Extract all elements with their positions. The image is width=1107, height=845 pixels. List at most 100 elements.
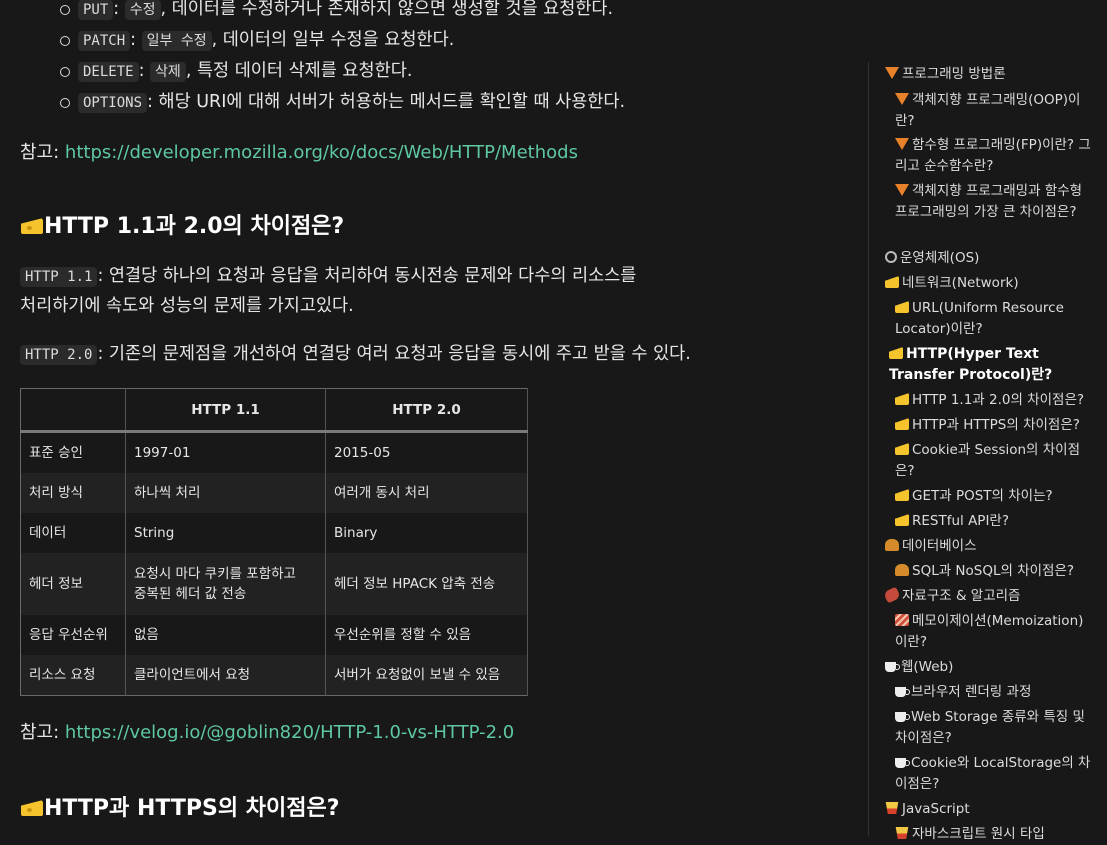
coffee-icon [885,662,900,672]
toc-item[interactable]: 자바스크립트 원시 타입 [895,824,1095,845]
toc-item-label: 네트워크(Network) [902,275,1019,291]
coffee-icon [895,687,910,697]
method-korean: 수정 [124,0,161,20]
toc-item[interactable]: Cookie와 LocalStorage의 차이점은? [895,753,1095,795]
coffee-icon [895,712,910,722]
method-korean: 삭제 [150,62,186,82]
section-heading: HTTP과 HTTPS의 차이점은? [20,790,339,822]
inline-code: HTTP 1.1 [20,267,98,287]
section-title: HTTP 1.1과 2.0의 차이점은? [44,214,345,239]
toc-item[interactable]: 객체지향 프로그래밍(OOP)이란? [895,90,1095,132]
table-cell: 클라이언트에서 요청 [125,655,326,696]
toc-item[interactable]: HTTP 1.1과 2.0의 차이점은? [895,390,1095,411]
toc-item[interactable]: 브라우저 렌더링 과정 [895,682,1095,703]
magnifier-icon [885,251,897,263]
method-code: PUT [78,0,114,20]
toc-item[interactable]: 함수형 프로그래밍(FP)이란? 그리고 순수함수란? [895,135,1095,177]
table-row: 리소스 요청 클라이언트에서 요청 서버가 요청없이 보낼 수 있음 [20,655,528,696]
toc-item[interactable]: 네트워크(Network) [885,273,1100,294]
section-title: HTTP과 HTTPS의 차이점은? [44,796,340,821]
table-cell: 데이터 [20,513,126,553]
toc-item[interactable]: 메모이제이션(Memoization)이란? [895,611,1095,653]
cheese-icon [895,418,909,430]
paragraph-text: : 연결당 하나의 요청과 응답을 처리하여 동시전송 문제와 다수의 리소스를 [97,266,637,286]
toc-item-label: URL(Uniform Resource Locator)이란? [895,300,1064,337]
toc-item-label: HTTP과 HTTPS의 차이점은? [912,417,1080,433]
table-cell: 응답 우선순위 [20,615,126,655]
cheese-icon [895,393,909,405]
toc-item[interactable]: 자료구조 & 알고리즘 [883,586,1100,607]
paragraph-http20: HTTP 2.0: 기존의 문제점을 개선하여 연결당 여러 요청과 응답을 동… [20,340,691,370]
table-row: 처리 방식 하나씩 처리 여러개 동시 처리 [20,473,528,513]
cheese-icon [895,489,909,501]
toc-item-label: Cookie와 LocalStorage의 차이점은? [895,755,1091,792]
method-code: OPTIONS [78,93,148,113]
toc-item-label: 객체지향 프로그래밍과 함수형 프로그래밍의 가장 큰 차이점은? [895,183,1083,220]
toc-item[interactable]: Cookie과 Session의 차이점은? [895,440,1095,482]
table-row: 데이터 String Binary [20,513,528,553]
toc-item[interactable]: Web Storage 종류와 특징 및 차이점은? [895,707,1095,749]
toc-item[interactable]: GET과 POST의 차이는? [895,486,1095,507]
table-cell: 하나씩 처리 [125,473,326,513]
table-header-cell: HTTP 1.1 [125,388,326,433]
table-cell: 여러개 동시 처리 [325,473,528,513]
toc-item-label: 프로그래밍 방법론 [902,66,1006,82]
toc-item[interactable]: 프로그래밍 방법론 [885,64,1100,85]
toc-item-label: Web Storage 종류와 특징 및 차이점은? [895,709,1085,746]
table-cell: Binary [325,513,528,553]
table-cell: 서버가 요청없이 보낼 수 있음 [325,655,528,696]
toc-item[interactable]: RESTful API란? [895,511,1095,532]
toc-item[interactable]: SQL과 NoSQL의 차이점은? [895,561,1095,582]
bullet-icon [60,98,70,108]
toc-item[interactable]: 데이터베이스 [885,536,1100,557]
table-row: 응답 우선순위 없음 우선순위를 정할 수 있음 [20,615,528,655]
table-cell: String [125,513,326,553]
table-cell: 1997-01 [125,431,326,473]
toc-item[interactable]: 웹(Web) [885,657,1100,678]
reference-link[interactable]: https://developer.mozilla.org/ko/docs/We… [65,142,578,163]
list-item: PUT: 수정, 데이터를 수정하거나 존재하지 않으면 생성할 것을 요청한다… [60,0,625,25]
toc-item-label: 함수형 프로그래밍(FP)이란? 그리고 순수함수란? [895,137,1091,174]
toc-item-label: 객체지향 프로그래밍(OOP)이란? [895,92,1081,129]
bullet-icon [60,67,70,77]
bullet-icon [60,5,70,15]
burger-icon [885,539,899,551]
reference-label: 참고: [20,142,60,163]
method-desc: , 특정 데이터 삭제를 요청한다. [185,61,413,81]
toc-item[interactable]: HTTP과 HTTPS의 차이점은? [895,415,1095,436]
toc-item[interactable]: 객체지향 프로그래밍과 함수형 프로그래밍의 가장 큰 차이점은? [895,181,1095,223]
toc-item-label: 데이터베이스 [902,538,977,554]
toc-item[interactable]: JavaScript [885,799,1100,820]
toc-item-label: 자료구조 & 알고리즘 [902,588,1021,604]
inline-code: HTTP 2.0 [20,345,98,365]
toc-item-active[interactable]: HTTP(Hyper Text Transfer Protocol)란? [889,344,1089,386]
method-desc: , 데이터의 일부 수정을 요청한다. [211,30,455,50]
table-cell: 헤더 정보 [20,553,126,615]
toc-item[interactable]: URL(Uniform Resource Locator)이란? [895,298,1095,340]
cell-line: 요청시 마다 쿠키를 포함하고 [134,566,296,582]
table-cell: 처리 방식 [20,473,126,513]
list-item: OPTIONS: 해당 URI에 대해 서버가 허용하는 메서드를 확인할 때 … [60,87,625,118]
toc-item-label: 브라우저 렌더링 과정 [911,684,1032,700]
toc-item-label: 웹(Web) [901,659,954,675]
table-header-row: HTTP 1.1 HTTP 2.0 [20,388,528,433]
table-cell: 2015-05 [325,431,528,473]
paragraph-http11: HTTP 1.1: 연결당 하나의 요청과 응답을 처리하여 동시전송 문제와 … [20,262,636,321]
list-item: PATCH: 일부 수정, 데이터의 일부 수정을 요청한다. [60,25,625,56]
pizza-icon [895,93,909,105]
table-cell: 요청시 마다 쿠키를 포함하고 중복된 헤더 값 전송 [125,553,326,615]
pizza-icon [885,67,899,79]
toc-item-label: SQL과 NoSQL의 차이점은? [912,563,1075,579]
toc-item-label: HTTP(Hyper Text Transfer Protocol)란? [889,346,1053,383]
toc-item[interactable]: 운영체제(OS) [885,248,1100,269]
method-desc: , 데이터를 수정하거나 존재하지 않으면 생성할 것을 요청한다. [160,0,614,19]
pizza-icon [895,138,909,150]
http-methods-list: PUT: 수정, 데이터를 수정하거나 존재하지 않으면 생성할 것을 요청한다… [60,0,625,118]
section-heading: HTTP 1.1과 2.0의 차이점은? [20,208,344,240]
table-header-cell [20,388,126,433]
reference-link[interactable]: https://velog.io/@goblin820/HTTP-1.0-vs-… [65,722,514,743]
table-row: 헤더 정보 요청시 마다 쿠키를 포함하고 중복된 헤더 값 전송 헤더 정보 H… [20,553,528,615]
cheese-icon [889,347,903,359]
table-cell: 헤더 정보 HPACK 압축 전송 [325,553,528,615]
pizza-icon [895,184,909,196]
